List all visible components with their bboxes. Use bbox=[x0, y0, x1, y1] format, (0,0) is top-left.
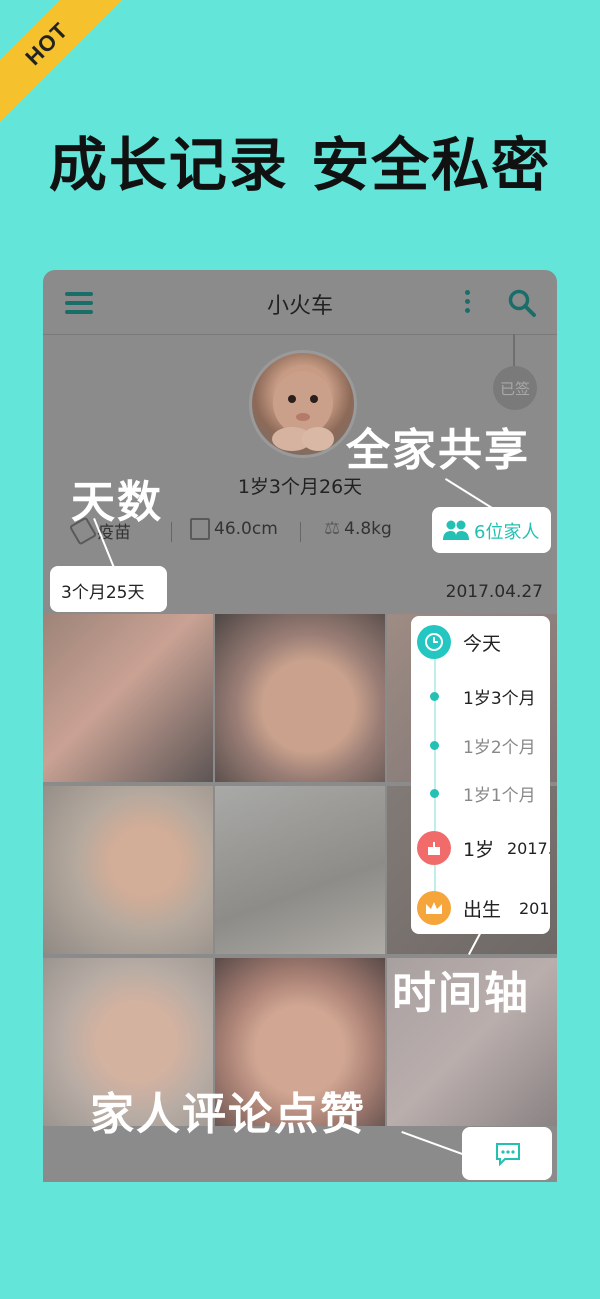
timeline-dot bbox=[430, 788, 439, 798]
label-timeline: 时间轴 bbox=[392, 968, 530, 1019]
timeline-label: 1岁 bbox=[463, 838, 495, 861]
more-icon[interactable] bbox=[463, 290, 471, 316]
app-title: 小火车 bbox=[266, 294, 333, 319]
date-text: 2017.04.27 bbox=[445, 582, 543, 602]
timeline-label: 出生 bbox=[463, 898, 502, 921]
timeline-label: 1岁1个月 bbox=[463, 785, 536, 806]
family-icon bbox=[443, 520, 469, 540]
stat-label: 4.8kg bbox=[344, 518, 392, 539]
signed-badge[interactable]: 已签 bbox=[493, 366, 537, 410]
family-button[interactable]: 6位家人 bbox=[432, 507, 551, 553]
comment-button[interactable] bbox=[462, 1127, 552, 1180]
timeline-label: 1岁3个月 bbox=[463, 688, 536, 709]
timeline-item-birth[interactable]: 出生 2016 bbox=[411, 888, 550, 928]
timeline-item-today[interactable]: 今天 bbox=[411, 622, 550, 662]
divider bbox=[171, 522, 172, 542]
timeline-item[interactable]: 1岁1个月 bbox=[411, 773, 550, 813]
ruler-icon bbox=[190, 518, 210, 540]
timeline-label: 今天 bbox=[463, 632, 502, 655]
timeline-date: 2016 bbox=[519, 898, 550, 918]
baby-face-icon bbox=[272, 371, 334, 451]
label-family-share: 全家共享 bbox=[346, 425, 530, 476]
timeline-item-1y[interactable]: 1岁 2017.0 bbox=[411, 828, 550, 868]
timeline-panel[interactable]: 今天 1岁3个月 1岁2个月 1岁1个月 1岁 2017.0 出生 2016 bbox=[411, 616, 550, 934]
timeline-dot bbox=[430, 691, 439, 701]
timeline-date: 2017.0 bbox=[507, 838, 550, 858]
comment-icon bbox=[496, 1143, 520, 1166]
top-bar: 小火车 bbox=[43, 270, 557, 335]
avatar[interactable] bbox=[249, 350, 357, 458]
days-text: 3个月25天 bbox=[61, 583, 145, 603]
label-comments: 家人评论点赞 bbox=[90, 1089, 366, 1140]
search-icon[interactable] bbox=[507, 288, 537, 318]
crown-icon bbox=[417, 891, 451, 925]
family-count: 6位家人 bbox=[474, 522, 540, 543]
photo[interactable] bbox=[215, 786, 385, 954]
stat-label: 46.0cm bbox=[214, 519, 278, 539]
divider bbox=[300, 522, 301, 542]
stat-height[interactable]: 46.0cm bbox=[190, 518, 278, 540]
hot-ribbon: HOT bbox=[0, 0, 130, 127]
label-days: 天数 bbox=[71, 477, 163, 528]
photo[interactable] bbox=[215, 614, 385, 782]
photo[interactable] bbox=[43, 614, 213, 782]
stat-weight[interactable]: ⚖ 4.8kg bbox=[324, 518, 392, 539]
clock-icon bbox=[417, 625, 451, 659]
photo[interactable] bbox=[43, 786, 213, 954]
signed-connector bbox=[513, 334, 515, 370]
cake-icon bbox=[417, 831, 451, 865]
headline: 成长记录 安全私密 bbox=[48, 131, 552, 199]
timeline-item[interactable]: 1岁3个月 bbox=[411, 676, 550, 716]
days-box: 3个月25天 bbox=[50, 566, 167, 612]
hot-label: HOT bbox=[20, 17, 73, 70]
app-screen: 小火车 已签 1岁3个月26天 疫苗 46.0cm ⚖ 4.8kg 2017.0… bbox=[43, 270, 557, 1182]
scale-icon: ⚖ bbox=[324, 518, 341, 539]
timeline-dot bbox=[430, 740, 439, 750]
timeline-item[interactable]: 1岁2个月 bbox=[411, 725, 550, 765]
timeline-label: 1岁2个月 bbox=[463, 737, 536, 758]
